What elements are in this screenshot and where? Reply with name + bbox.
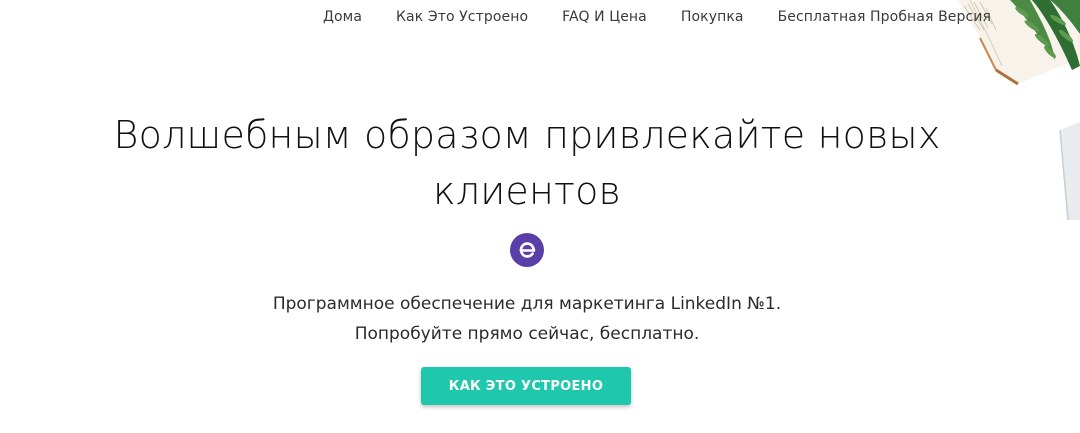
nav-item-free-trial[interactable]: Бесплатная Пробная Версия (778, 9, 991, 25)
brand-logo-icon (510, 233, 544, 267)
nav-item-purchase[interactable]: Покупка (681, 9, 744, 25)
tablet-edge-icon (1059, 122, 1080, 220)
hero-subtitle-line-1: Программное обеспечение для маркетинга L… (272, 294, 782, 314)
hero-title: Волшебным образом привлекайте новых клие… (0, 107, 1054, 219)
hero-subtitle: Программное обеспечение для маркетинга L… (0, 289, 1054, 349)
fern-icon (1010, 0, 1080, 70)
nav-item-faq-pricing[interactable]: FAQ И Цена (562, 9, 647, 25)
hero-subtitle-line-2: Попробуйте прямо сейчас, бесплатно. (354, 324, 700, 344)
nav-item-home[interactable]: Дома (323, 9, 362, 25)
hero-title-line-2: клиентов (432, 169, 622, 213)
landing-page: Дома Как Это Устроено FAQ И Цена Покупка… (0, 0, 1080, 433)
main-nav: Дома Как Это Устроено FAQ И Цена Покупка… (323, 9, 991, 25)
hero-title-line-1: Волшебным образом привлекайте новых (113, 113, 941, 157)
nav-item-how-it-works[interactable]: Как Это Устроено (396, 9, 528, 25)
how-it-works-button[interactable]: КАК ЭТО УСТРОЕНО (421, 367, 631, 405)
